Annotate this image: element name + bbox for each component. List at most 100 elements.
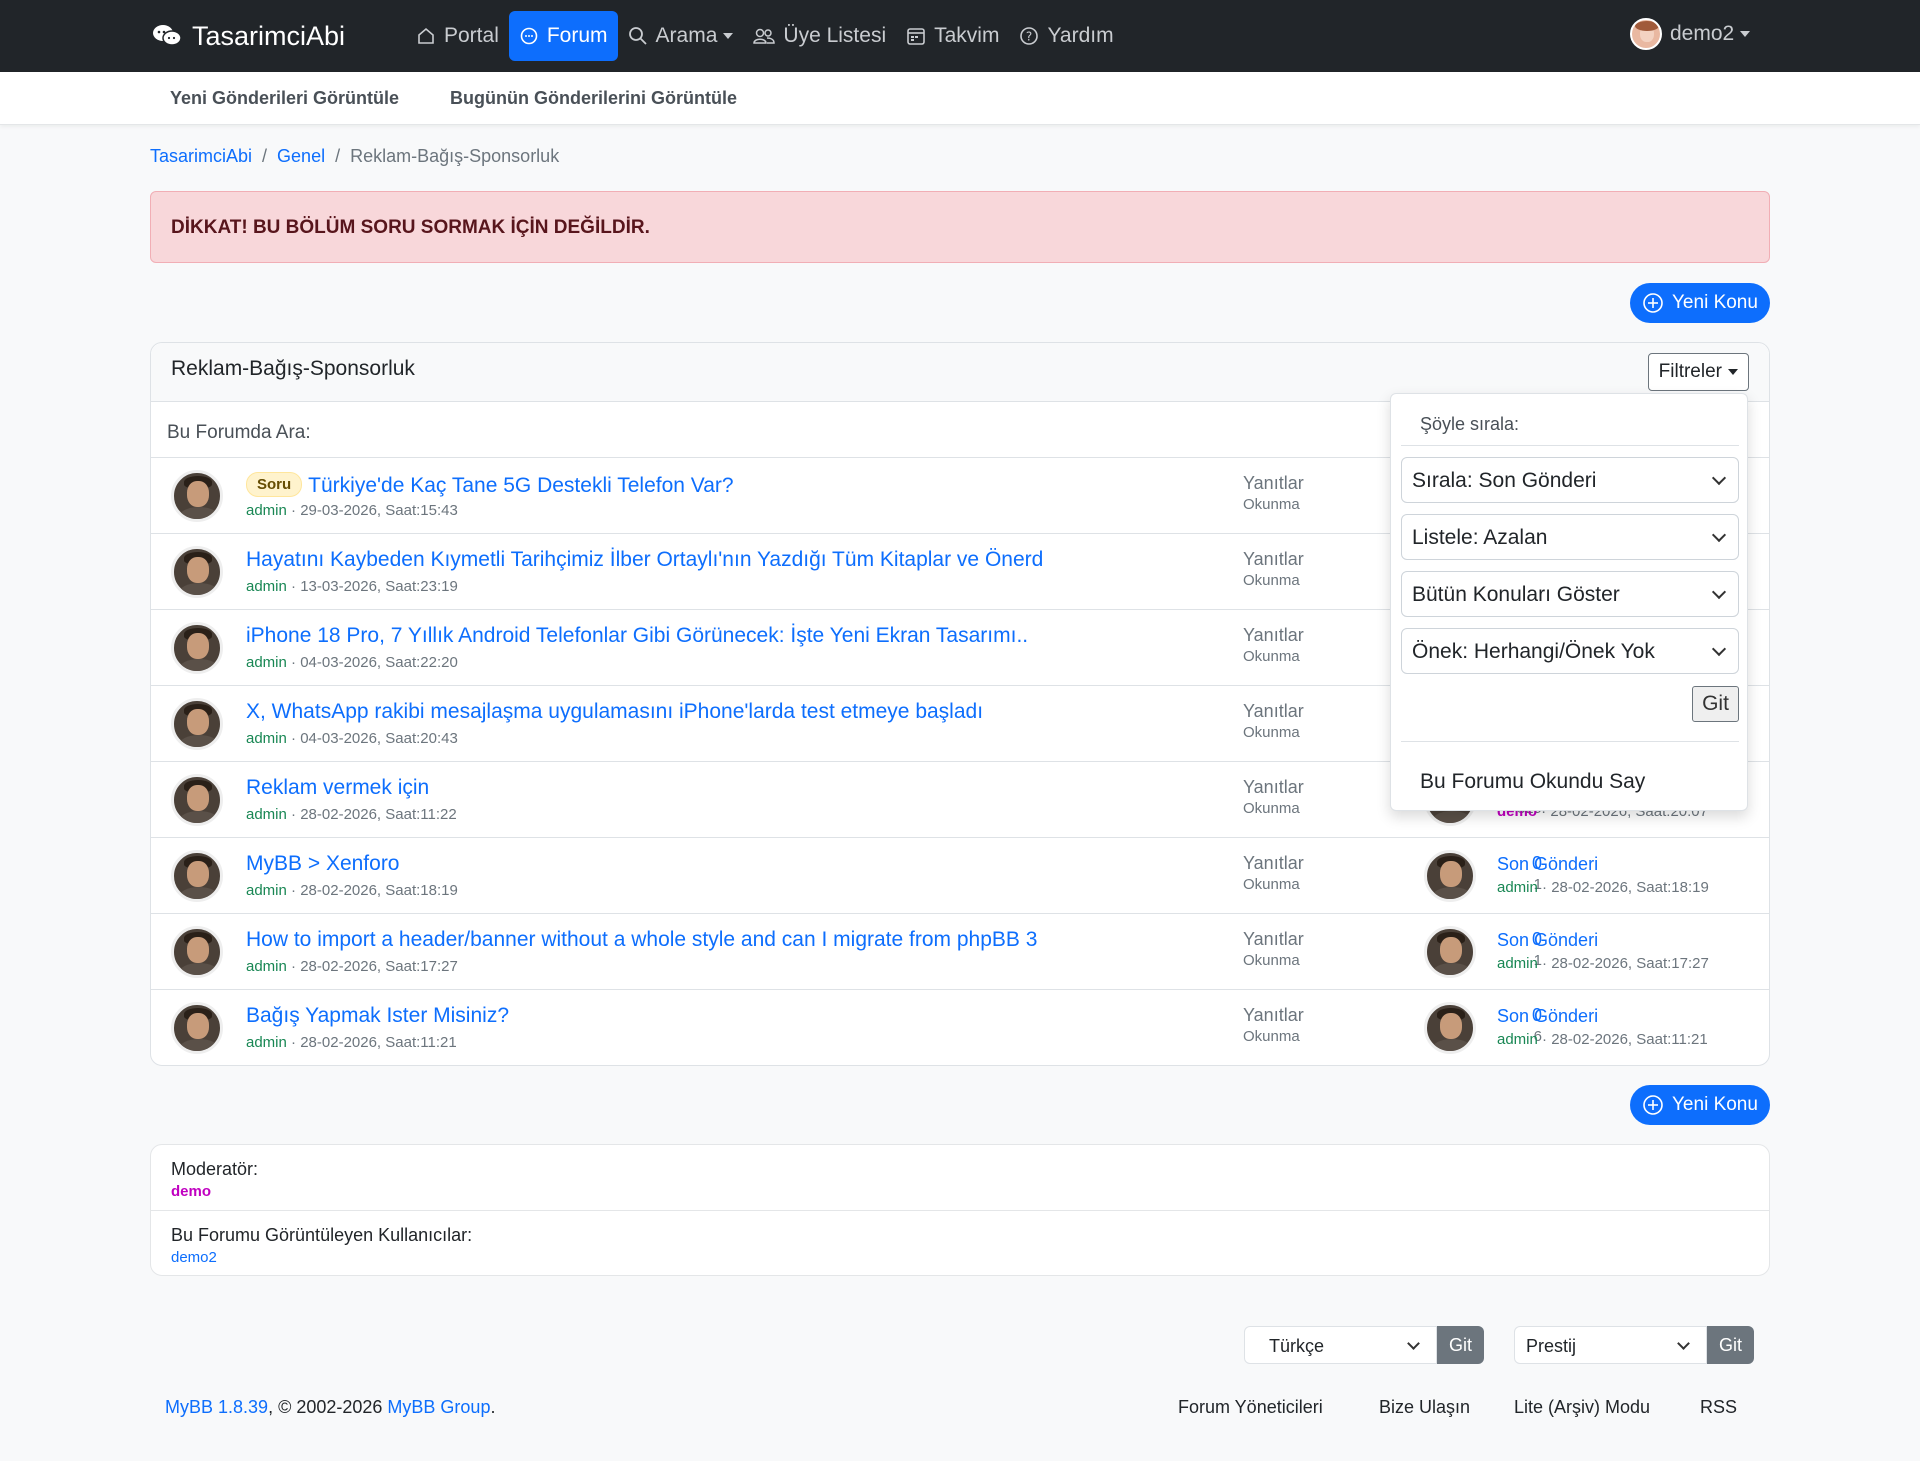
prefix-select[interactable]: Önek: Herhangi/Önek Yok bbox=[1401, 628, 1739, 674]
last-post-link[interactable]: Son Gönderi bbox=[1497, 930, 1598, 951]
last-post-date: 28-02-2026, Saat:17:27 bbox=[1551, 955, 1709, 972]
topic-row: How to import a header/banner without a … bbox=[151, 914, 1769, 990]
topic-date: 28-02-2026, Saat:11:22 bbox=[300, 806, 457, 823]
author-avatar[interactable] bbox=[171, 698, 223, 750]
language-select[interactable]: Türkçe bbox=[1244, 1326, 1437, 1364]
author-avatar[interactable] bbox=[171, 470, 223, 522]
author-avatar[interactable] bbox=[171, 926, 223, 978]
viewer-link[interactable]: demo2 bbox=[171, 1249, 217, 1266]
topic-title-link[interactable]: X, WhatsApp rakibi mesajlaşma uygulaması… bbox=[246, 700, 983, 723]
nav-members-label: Üye Listesi bbox=[783, 24, 887, 47]
replies-label: Yanıtlar bbox=[1243, 701, 1304, 721]
topic-title-link[interactable]: How to import a header/banner without a … bbox=[246, 928, 1037, 951]
nav-portal[interactable]: Portal bbox=[406, 11, 509, 61]
footer-rss-link[interactable]: RSS bbox=[1700, 1397, 1737, 1418]
plus-circle-icon bbox=[1643, 293, 1663, 313]
replies-label: Yanıtlar bbox=[1243, 929, 1304, 949]
theme-select[interactable]: Prestij bbox=[1514, 1326, 1707, 1364]
last-post-meta: admin · 28-02-2026, Saat:18:19 bbox=[1497, 879, 1709, 896]
forum-title: Reklam-Bağış-Sponsorluk bbox=[171, 357, 415, 380]
topic-title-link[interactable]: Türkiye'de Kaç Tane 5G Destekli Telefon … bbox=[308, 474, 733, 497]
topic-author-link[interactable]: admin bbox=[246, 502, 287, 519]
topic-title-link[interactable]: Bağış Yapmak Ister Misiniz? bbox=[246, 1004, 509, 1027]
order-select[interactable]: Listele: Azalan bbox=[1401, 514, 1739, 560]
author-avatar[interactable] bbox=[171, 546, 223, 598]
nav-forum-label: Forum bbox=[546, 24, 608, 47]
filters-go-button[interactable]: Git bbox=[1692, 686, 1739, 722]
stat-labels: Yanıtlar Okunma bbox=[1243, 700, 1304, 744]
new-posts-link[interactable]: Yeni Gönderileri Görüntüle bbox=[170, 88, 399, 109]
topic-author-link[interactable]: admin bbox=[246, 654, 287, 671]
moderator-link[interactable]: demo bbox=[171, 1183, 211, 1200]
brand-link[interactable]: TasarimciAbi bbox=[152, 0, 345, 72]
author-avatar[interactable] bbox=[171, 850, 223, 902]
last-post-link[interactable]: Son Gönderi bbox=[1497, 854, 1598, 875]
author-avatar[interactable] bbox=[171, 622, 223, 674]
chat-bubbles-icon bbox=[153, 25, 182, 46]
moderator-label: Moderatör: bbox=[171, 1159, 259, 1179]
plus-circle-icon bbox=[1643, 1095, 1663, 1115]
chevron-down-icon bbox=[1677, 1337, 1690, 1350]
new-topic-button-top[interactable]: Yeni Konu bbox=[1630, 283, 1770, 323]
footer-lite-mode-link[interactable]: Lite (Arşiv) Modu bbox=[1514, 1397, 1650, 1418]
last-post-date: 28-02-2026, Saat:18:19 bbox=[1551, 879, 1709, 896]
stat-labels: Yanıtlar Okunma bbox=[1243, 548, 1304, 592]
last-poster-avatar[interactable] bbox=[1424, 926, 1476, 978]
show-topics-select[interactable]: Bütün Konuları Göster bbox=[1401, 571, 1739, 617]
nav-help[interactable]: ? Yardım bbox=[1009, 11, 1123, 61]
views-label: Okunma bbox=[1243, 876, 1300, 893]
topic-title-link[interactable]: iPhone 18 Pro, 7 Yıllık Android Telefonl… bbox=[246, 624, 1028, 647]
sort-header: Şöyle sırala: bbox=[1420, 414, 1520, 434]
sort-by-select[interactable]: Sırala: Son Gönderi bbox=[1401, 457, 1739, 503]
replies-label: Yanıtlar bbox=[1243, 1005, 1304, 1025]
topic-row: Bağış Yapmak Ister Misiniz? admin · 28-02… bbox=[151, 990, 1769, 1066]
topic-author-link[interactable]: admin bbox=[246, 1034, 287, 1051]
nav-calendar[interactable]: Takvim bbox=[896, 11, 1009, 61]
topic-title-link[interactable]: Hayatını Kaybeden Kıymetli Tarihçimiz İl… bbox=[246, 548, 1043, 571]
mark-forum-read-link[interactable]: Bu Forumu Okundu Say bbox=[1420, 770, 1645, 794]
theme-go-button[interactable]: Git bbox=[1707, 1326, 1755, 1364]
footer-contact-link[interactable]: Bize Ulaşın bbox=[1379, 1397, 1470, 1418]
author-avatar[interactable] bbox=[171, 1002, 223, 1054]
topic-meta: admin · 29-03-2026, Saat:15:43 bbox=[246, 502, 458, 519]
nav-search-label: Arama bbox=[655, 24, 718, 47]
last-poster-avatar[interactable] bbox=[1424, 1002, 1476, 1054]
topic-date: 04-03-2026, Saat:20:43 bbox=[300, 730, 458, 747]
new-topic-button-bottom[interactable]: Yeni Konu bbox=[1630, 1085, 1770, 1125]
todays-posts-link[interactable]: Bugünün Gönderilerini Görüntüle bbox=[450, 88, 737, 109]
last-poster-link[interactable]: admin bbox=[1497, 879, 1538, 896]
last-post-link[interactable]: Son Gönderi bbox=[1497, 1006, 1598, 1027]
topic-title-wrap: Hayatını Kaybeden Kıymetli Tarihçimiz İl… bbox=[246, 548, 1043, 572]
last-poster-link[interactable]: admin bbox=[1497, 1031, 1538, 1048]
mybb-version-link[interactable]: MyBB 1.8.39 bbox=[165, 1397, 268, 1417]
nav-calendar-label: Takvim bbox=[934, 24, 1000, 47]
topic-author-link[interactable]: admin bbox=[246, 730, 287, 747]
dropdown-divider bbox=[1401, 445, 1739, 446]
topic-author-link[interactable]: admin bbox=[246, 958, 287, 975]
nav-members[interactable]: Üye Listesi bbox=[743, 11, 896, 61]
replies-label: Yanıtlar bbox=[1243, 853, 1304, 873]
nav-search[interactable]: Arama bbox=[618, 11, 744, 61]
footer-forum-team-link[interactable]: Forum Yöneticileri bbox=[1178, 1397, 1323, 1418]
last-poster-link[interactable]: admin bbox=[1497, 955, 1538, 972]
topic-title-link[interactable]: MyBB > Xenforo bbox=[246, 852, 400, 875]
last-post-meta: admin · 28-02-2026, Saat:17:27 bbox=[1497, 955, 1709, 972]
topic-author-link[interactable]: admin bbox=[246, 882, 287, 899]
nav-forum[interactable]: Forum bbox=[508, 11, 618, 61]
replies-label: Yanıtlar bbox=[1243, 473, 1304, 493]
filters-button[interactable]: Filtreler bbox=[1647, 353, 1749, 391]
author-avatar[interactable] bbox=[171, 774, 223, 826]
topic-title-link[interactable]: Reklam vermek için bbox=[246, 776, 429, 799]
help-icon: ? bbox=[1020, 27, 1039, 45]
breadcrumb-category[interactable]: Genel bbox=[277, 146, 325, 167]
breadcrumb-home[interactable]: TasarimciAbi bbox=[150, 146, 252, 167]
mybb-group-link[interactable]: MyBB Group bbox=[387, 1397, 490, 1417]
brand-name: TasarimciAbi bbox=[192, 20, 346, 51]
user-menu[interactable]: demo2 bbox=[1630, 18, 1751, 50]
language-go-button[interactable]: Git bbox=[1437, 1326, 1485, 1364]
last-poster-avatar[interactable] bbox=[1424, 850, 1476, 902]
topic-author-link[interactable]: admin bbox=[246, 578, 287, 595]
stat-labels: Yanıtlar Okunma bbox=[1243, 928, 1304, 972]
search-icon bbox=[628, 27, 647, 45]
topic-author-link[interactable]: admin bbox=[246, 806, 287, 823]
